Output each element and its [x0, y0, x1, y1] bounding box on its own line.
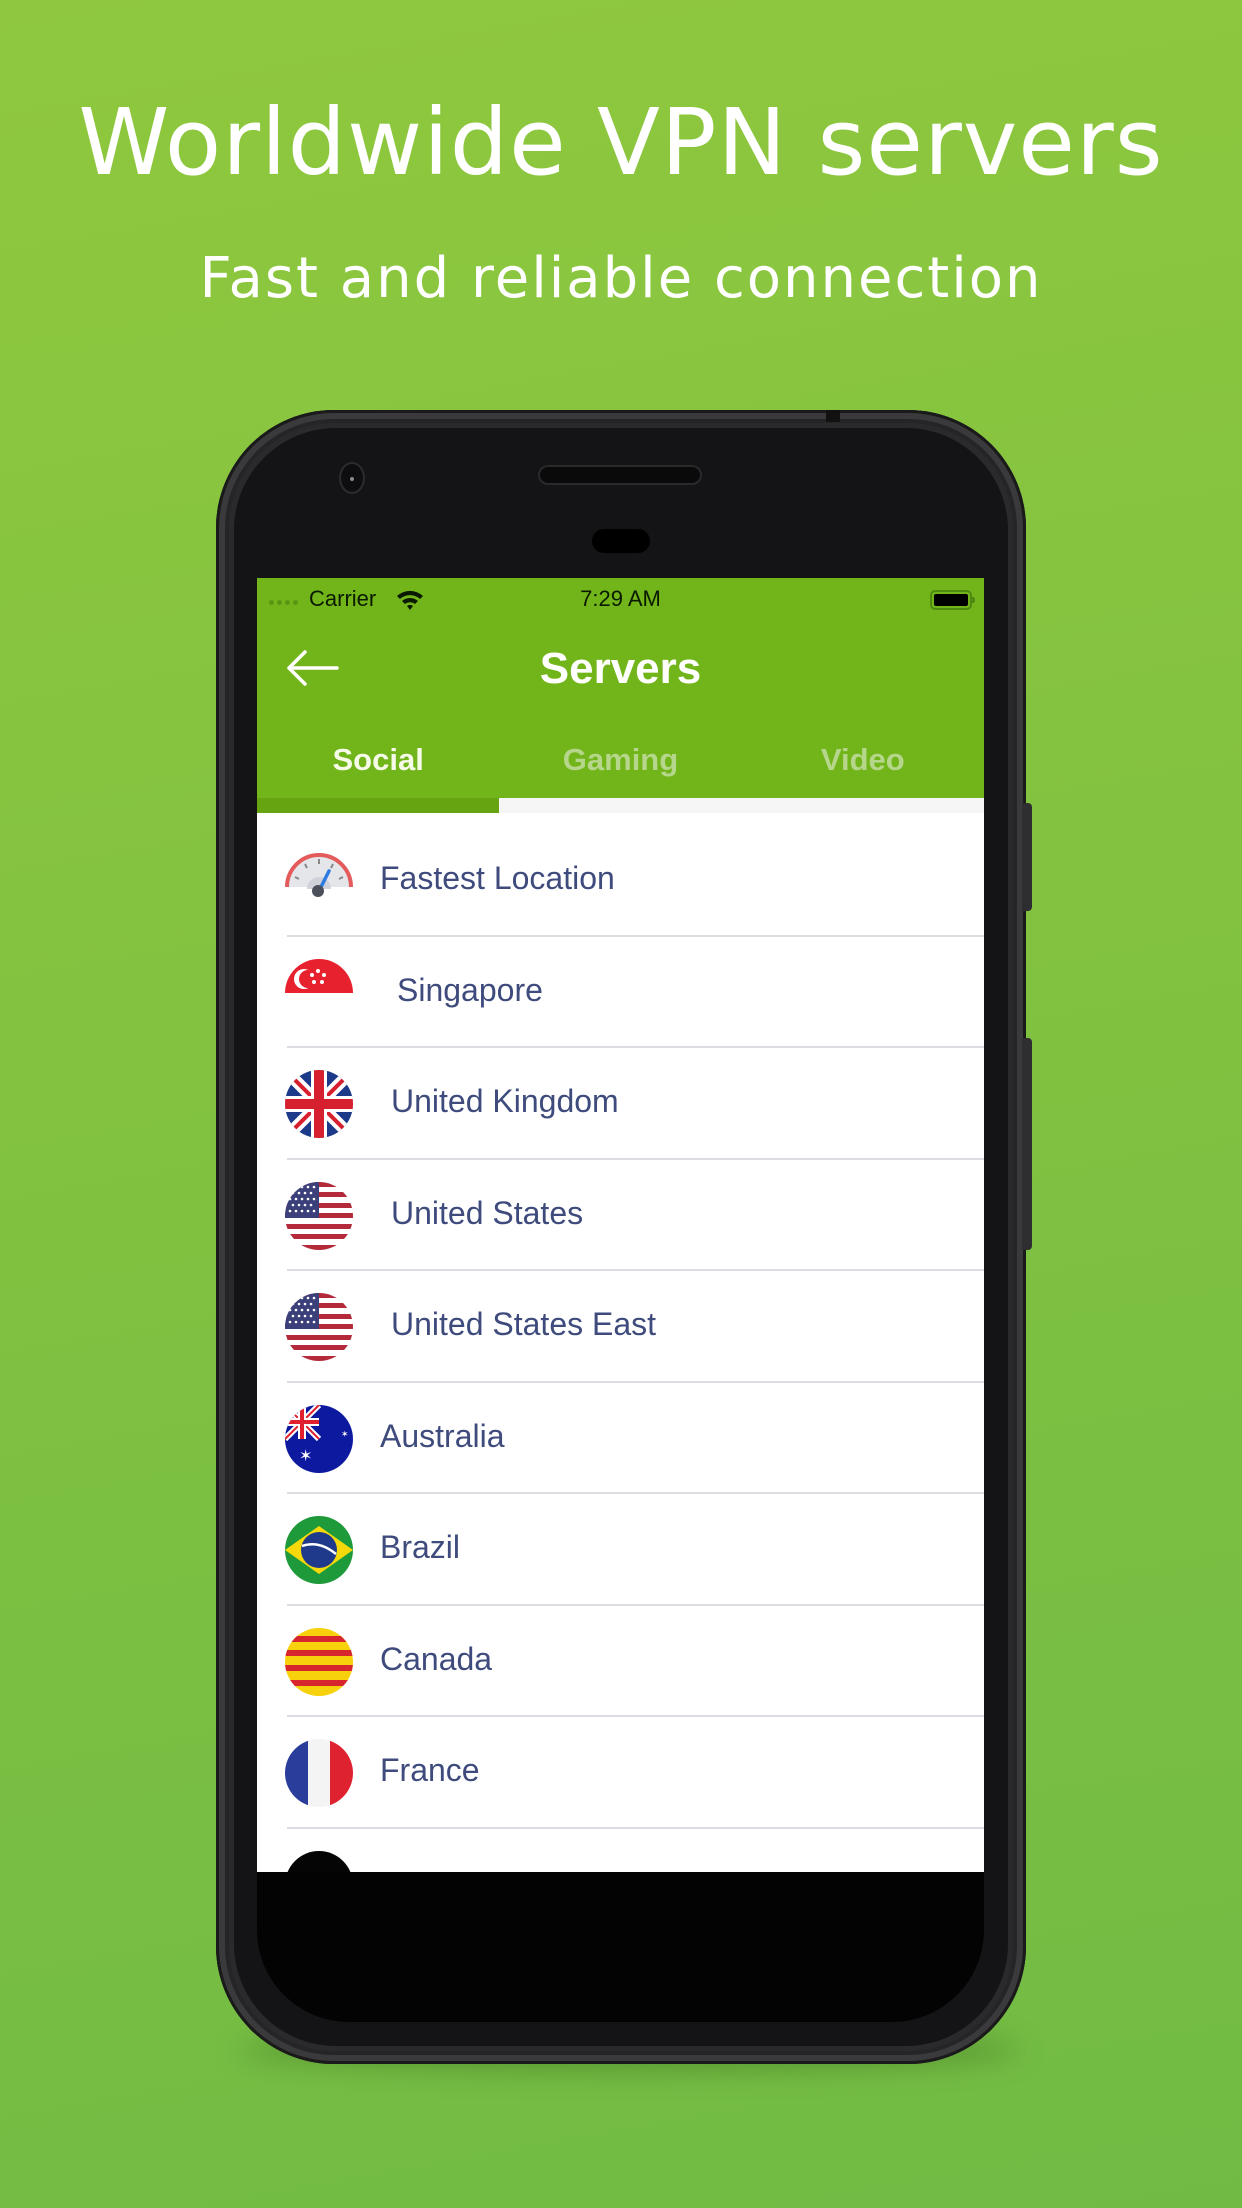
server-row-partial[interactable]: [257, 1829, 984, 1872]
server-name: United States East: [391, 1306, 657, 1342]
tab-indicator: [257, 798, 499, 813]
svg-text:✶: ✶: [299, 1446, 312, 1465]
server-row-singapore[interactable]: Singapore: [257, 937, 984, 1048]
server-name: United States: [391, 1194, 584, 1231]
battery-icon: [930, 590, 975, 610]
phone-screen: Carrier 7:29 AM Servers Social Gaming Vi…: [257, 578, 984, 1872]
flag-canada-icon: [285, 1627, 353, 1696]
server-row-fastest-location[interactable]: Fastest Location: [257, 825, 984, 937]
flag-france-icon: [285, 1739, 353, 1807]
front-camera-icon: [341, 464, 363, 492]
flag-partial-icon: [285, 1850, 353, 1872]
server-name: United Kingdom: [391, 1083, 619, 1119]
server-name: France: [380, 1752, 480, 1788]
promo-headline: Worldwide VPN servers: [78, 89, 1164, 196]
tab-bar: Social Gaming Video: [257, 738, 984, 788]
tab-gaming[interactable]: Gaming: [499, 738, 741, 788]
server-row-united-states[interactable]: United States: [257, 1160, 984, 1271]
server-row-brazil[interactable]: Brazil: [257, 1494, 984, 1606]
server-name: Fastest Location: [380, 860, 615, 896]
server-row-australia[interactable]: ✶ ✶ Australia: [257, 1383, 984, 1494]
phone-chin: [257, 1872, 984, 2022]
server-list: Fastest Location Singapore United Kingdo…: [257, 825, 984, 1872]
speedometer-icon: [285, 847, 353, 915]
server-row-united-states-east[interactable]: United States East: [257, 1271, 984, 1383]
flag-brazil-icon: [285, 1516, 353, 1584]
app-header: Carrier 7:29 AM Servers Social Gaming Vi…: [257, 578, 984, 798]
proximity-sensor: [592, 529, 650, 553]
flag-us-icon: [285, 1293, 353, 1361]
status-bar: Carrier 7:29 AM: [257, 578, 984, 620]
earpiece-speaker: [540, 467, 700, 483]
status-time: 7:29 AM: [580, 586, 661, 611]
phone-side-button-power: [1022, 803, 1032, 911]
flag-uk-icon: [285, 1070, 353, 1138]
phone-side-button-volume: [1022, 1038, 1032, 1250]
flag-australia-icon: ✶ ✶: [285, 1404, 353, 1473]
flag-singapore-icon: [285, 958, 353, 1027]
server-row-france[interactable]: France: [257, 1717, 984, 1829]
page-title: Servers: [539, 644, 702, 693]
tab-social[interactable]: Social: [257, 738, 499, 788]
svg-text:✶: ✶: [341, 1430, 349, 1440]
tab-video[interactable]: Video: [742, 738, 984, 788]
server-name: Canada: [380, 1640, 493, 1677]
server-name: Australia: [380, 1417, 505, 1454]
phone-top-notch: [826, 410, 840, 422]
server-name: Brazil: [380, 1529, 461, 1565]
server-row-united-kingdom[interactable]: United Kingdom: [257, 1048, 984, 1160]
server-row-canada[interactable]: Canada: [257, 1606, 984, 1717]
server-name: Singapore: [397, 971, 543, 1008]
flag-us-icon: [285, 1181, 353, 1250]
promo-subheadline: Fast and reliable connection: [199, 246, 1043, 311]
tab-indicator-track: [257, 798, 984, 813]
